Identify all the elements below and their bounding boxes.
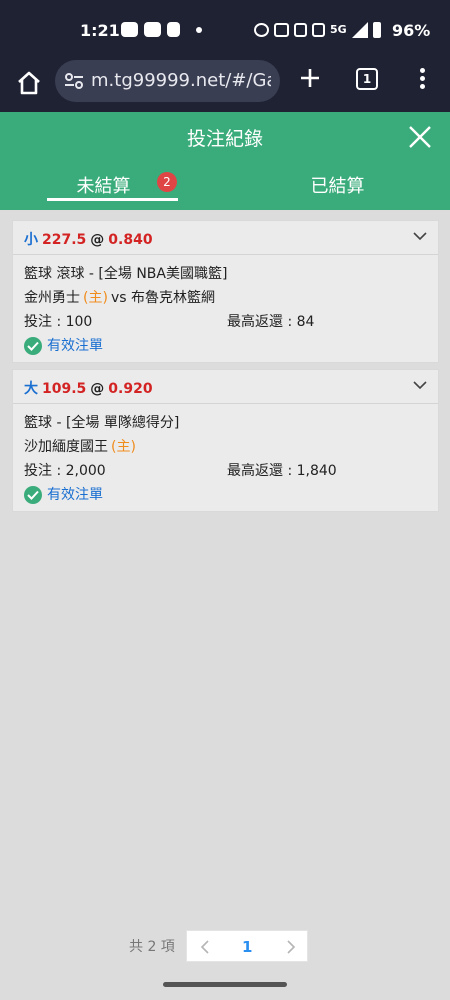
status-time: 1:21 [80, 21, 120, 40]
home-tag: (主) [83, 290, 108, 306]
bet-card-header[interactable]: 大 109.5 @0.920 [13, 370, 438, 404]
tab-switcher-button[interactable]: 1 [356, 68, 378, 90]
bet-status: 有效注單 [24, 334, 427, 358]
menu-dot-icon [419, 84, 425, 89]
bet-amounts: 投注 : 100 最高返還 : 84 [24, 310, 427, 334]
alarm-icon [254, 23, 269, 37]
bet-amounts: 投注 : 2,000 最高返還 : 1,840 [24, 459, 427, 483]
total-count: 共 2 項 [129, 939, 175, 955]
menu-dot-icon [419, 68, 425, 73]
bet-team: 沙加緬度國王 [24, 439, 108, 455]
page-header: 投注紀錄 [0, 112, 450, 162]
bet-card[interactable]: 大 109.5 @0.920 籃球 - [全場 單隊總得分] 沙加緬度國王 (主) 投… [12, 369, 439, 512]
bet-opponent: 布魯克林籃網 [130, 290, 215, 306]
tab-unsettled[interactable]: 未結算 2 [0, 162, 225, 210]
home-icon [18, 71, 40, 95]
signal-icon [351, 22, 368, 38]
bet-card-body: 籃球 滾球 - [全場 NBA美國職籃] 金州勇士 (主) vs 布魯克林籃網 投注… [13, 255, 438, 358]
bet-league: 籃球 - [全場 單隊總得分] [24, 415, 180, 431]
plus-icon [301, 69, 319, 87]
bet-stake: 投注 : 100 [24, 314, 93, 330]
current-page[interactable]: 1 [242, 938, 252, 956]
bet-max-payout: 最高返還 : 1,840 [227, 463, 337, 479]
auto-icon [274, 23, 289, 37]
bet-side: 小 [24, 232, 38, 248]
tab-unsettled-label: 未結算 [76, 176, 131, 197]
notification-icons [121, 22, 202, 37]
bet-at-symbol: @ [90, 381, 105, 397]
network-type: 5G [330, 23, 347, 36]
bet-selection: 大 109.5 @0.920 [24, 378, 153, 398]
bet-card[interactable]: 小 227.5 @0.840 籃球 滾球 - [全場 NBA美國職籃] 金州勇士 (主… [12, 220, 439, 363]
tab-settled-label: 已結算 [310, 176, 365, 197]
gesture-home-bar[interactable] [163, 982, 287, 987]
pagination: 共 2 項 1 [0, 930, 450, 962]
system-icons: 5G [254, 22, 381, 38]
vibrate-icon [294, 23, 307, 37]
tab-bar: 未結算 2 已結算 [0, 162, 450, 210]
browser-menu-button[interactable] [415, 65, 429, 95]
bet-status-label: 有效注單 [47, 487, 103, 503]
browser-toolbar: m.tg99999.net/#/Gam 1 [0, 60, 450, 112]
address-bar[interactable]: m.tg99999.net/#/Gam [55, 60, 280, 102]
bet-handicap: 109.5 [42, 381, 87, 397]
hotspot-icon [312, 23, 325, 37]
bet-side: 大 [24, 381, 38, 397]
battery-icon [372, 22, 381, 38]
status-bar: 1:21 5G 96% [0, 0, 450, 60]
bet-matchup: 金州勇士 (主) vs 布魯克林籃網 [24, 286, 427, 310]
new-tab-button[interactable] [298, 66, 322, 96]
youtube-icon [144, 22, 161, 37]
bet-stake: 投注 : 2,000 [24, 463, 106, 479]
home-tag: (主) [111, 439, 136, 455]
tab-settled[interactable]: 已結算 [225, 162, 450, 210]
close-icon[interactable] [406, 123, 434, 151]
document-icon [167, 22, 180, 37]
bet-handicap: 227.5 [42, 232, 87, 248]
page-controls: 1 [186, 930, 308, 962]
more-notifications-dot-icon [196, 26, 202, 33]
bet-matchup: 沙加緬度國王 (主) [24, 435, 427, 459]
home-button[interactable] [14, 68, 44, 98]
battery-percent: 96% [392, 21, 431, 40]
bet-card-header[interactable]: 小 227.5 @0.840 [13, 221, 438, 255]
check-circle-icon [24, 337, 42, 355]
chevron-left-icon[interactable] [199, 940, 211, 954]
bet-status: 有效注單 [24, 483, 427, 507]
bet-status-label: 有效注單 [47, 338, 103, 354]
check-circle-icon [24, 486, 42, 504]
chevron-right-icon[interactable] [285, 940, 297, 954]
chevron-down-icon[interactable] [413, 229, 427, 243]
bet-odds: 0.840 [108, 232, 153, 248]
line-app-icon [121, 22, 138, 37]
bet-selection: 小 227.5 @0.840 [24, 229, 153, 249]
bet-at-symbol: @ [90, 232, 105, 248]
menu-dot-icon [419, 76, 425, 81]
bet-odds: 0.920 [108, 381, 153, 397]
bet-card-body: 籃球 - [全場 單隊總得分] 沙加緬度國王 (主) 投注 : 2,000 最高返… [13, 404, 438, 507]
chevron-down-icon[interactable] [413, 378, 427, 392]
url-text: m.tg99999.net/#/Gam [91, 70, 271, 91]
bet-league: 籃球 滾球 - [全場 NBA美國職籃] [24, 266, 228, 282]
page-title: 投注紀錄 [186, 128, 263, 150]
active-tab-indicator [47, 198, 178, 201]
bet-team: 金州勇士 [24, 290, 80, 306]
versus-label: vs [110, 290, 127, 306]
site-settings-icon[interactable] [64, 71, 84, 91]
bet-max-payout: 最高返還 : 84 [227, 314, 315, 330]
unsettled-count-badge: 2 [157, 172, 177, 192]
